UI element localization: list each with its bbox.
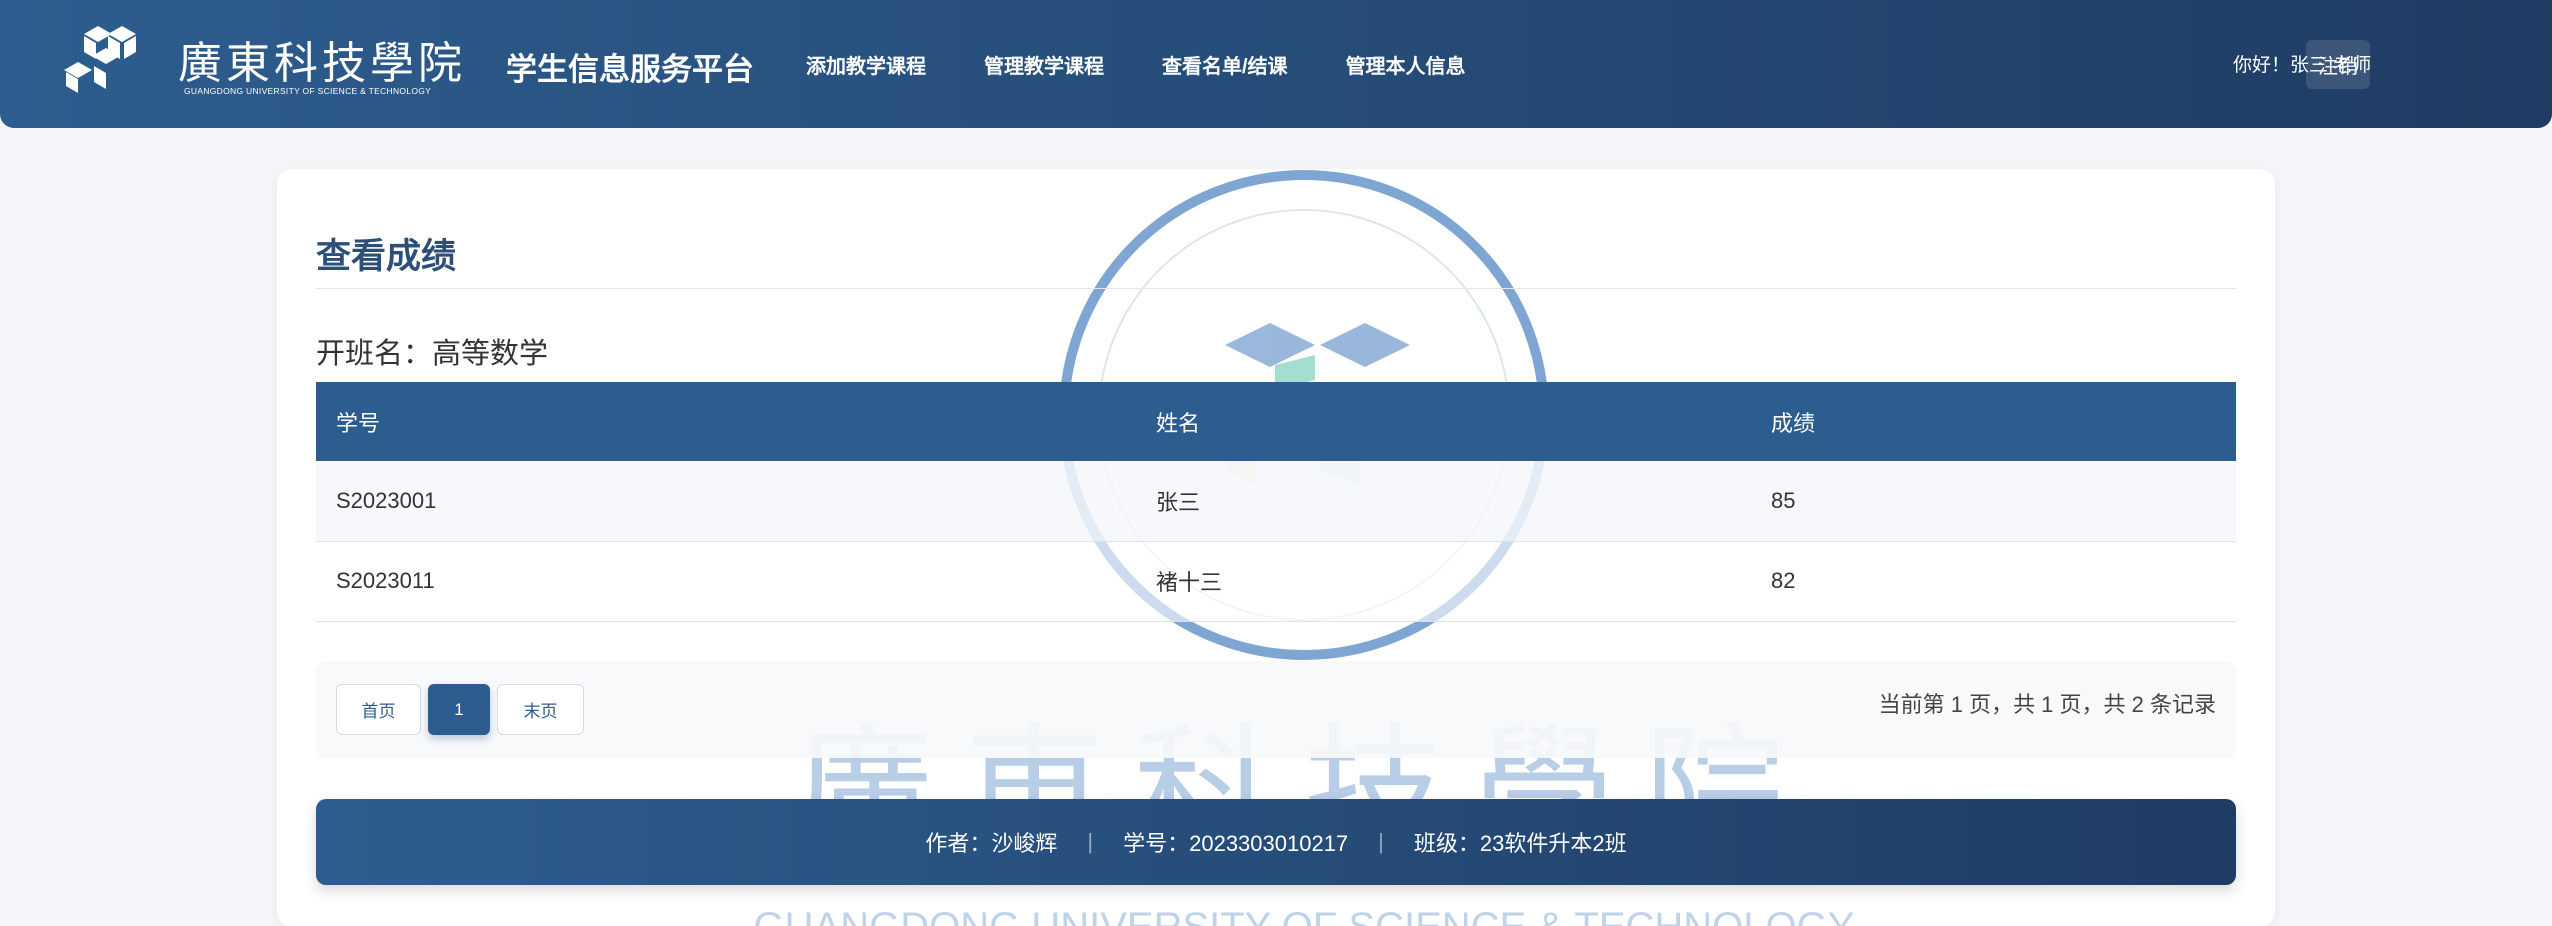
cell-student-id: S2023001 <box>316 461 1136 541</box>
column-header-student-id: 学号 <box>316 382 1136 461</box>
grades-table: 学号 姓名 成绩 S2023001 张三 85 S2023011 褚十三 82 <box>316 382 2236 622</box>
divider <box>316 288 2236 289</box>
cell-grade: 85 <box>1751 461 2236 541</box>
cell-student-id: S2023011 <box>316 541 1136 621</box>
footer-student-id: 学号：2023303010217 <box>1123 826 1348 858</box>
pagination-info: 当前第 1 页，共 1 页，共 2 条记录 <box>1879 687 2216 719</box>
footer-separator: | <box>1087 829 1093 855</box>
table-header-row: 学号 姓名 成绩 <box>316 382 2236 461</box>
logo-subtitle: GUANGDONG UNIVERSITY OF SCIENCE & TECHNO… <box>184 86 431 96</box>
first-page-button[interactable]: 首页 <box>336 684 421 735</box>
class-name-label: 开班名：高等数学 <box>316 330 548 372</box>
page-1-button[interactable]: 1 <box>428 684 490 735</box>
footer-author: 作者：沙峻辉 <box>925 826 1057 858</box>
last-page-button[interactable]: 末页 <box>497 684 584 735</box>
cell-name: 张三 <box>1136 461 1751 541</box>
cell-grade: 82 <box>1751 541 2236 621</box>
cell-name: 褚十三 <box>1136 541 1751 621</box>
page-title: 查看成绩 <box>316 228 456 279</box>
logo-text: 廣東科技學院 <box>178 42 466 86</box>
nav-view-roster[interactable]: 查看名单/结课 <box>1162 50 1288 79</box>
top-navbar: 廣東科技學院 GUANGDONG UNIVERSITY OF SCIENCE &… <box>0 0 2552 128</box>
main-nav: 添加教学课程 管理教学课程 查看名单/结课 管理本人信息 <box>806 50 1466 79</box>
pagination-bar: 首页 1 末页 当前第 1 页，共 1 页，共 2 条记录 <box>316 661 2236 758</box>
table-row: S2023011 褚十三 82 <box>316 541 2236 621</box>
table-row: S2023001 张三 85 <box>316 461 2236 541</box>
footer-separator: | <box>1378 829 1384 855</box>
footer-class: 班级：23软件升本2班 <box>1414 826 1627 858</box>
nav-manage-course[interactable]: 管理教学课程 <box>984 50 1104 79</box>
nav-manage-profile[interactable]: 管理本人信息 <box>1346 50 1466 79</box>
logout-button[interactable]: 注销 <box>2306 40 2370 89</box>
column-header-name: 姓名 <box>1136 382 1751 461</box>
platform-title[interactable]: 学生信息服务平台 <box>506 44 754 89</box>
nav-add-course[interactable]: 添加教学课程 <box>806 50 926 79</box>
footer-bar: 作者：沙峻辉 | 学号：2023303010217 | 班级：23软件升本2班 <box>316 799 2236 885</box>
column-header-grade: 成绩 <box>1751 382 2236 461</box>
logo-cubes-icon <box>64 26 164 102</box>
university-logo[interactable]: 廣東科技學院 GUANGDONG UNIVERSITY OF SCIENCE &… <box>64 26 474 102</box>
